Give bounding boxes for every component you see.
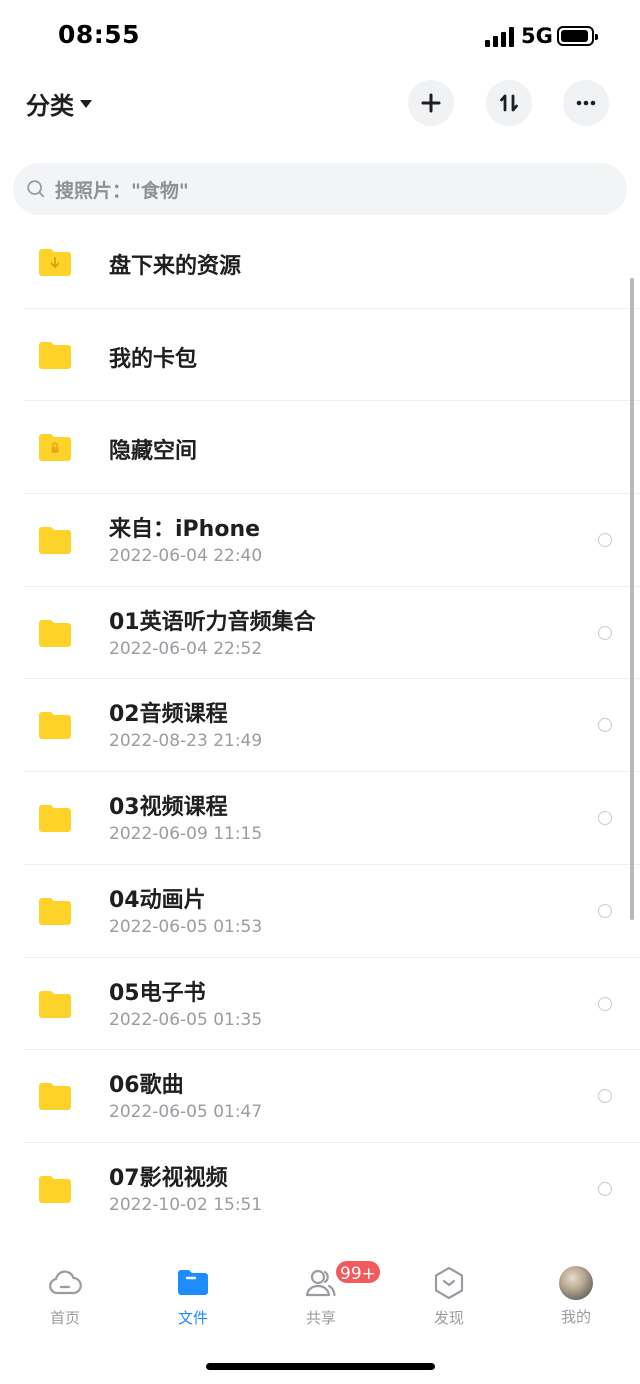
avatar (559, 1266, 593, 1300)
file-name: 隐藏空间 (109, 439, 198, 465)
file-date: 2022-06-04 22:52 (109, 638, 263, 659)
network-label: 5G (521, 24, 553, 48)
search-input[interactable]: 搜照片："食物" (13, 163, 627, 215)
file-name: 03视频课程 (109, 795, 228, 821)
tab-files[interactable]: 文件 (153, 1255, 233, 1335)
plus-icon (421, 93, 441, 113)
select-radio[interactable] (598, 533, 612, 548)
file-date: 2022-06-05 01:35 (109, 1009, 263, 1030)
status-bar: 08:55 5G (0, 0, 640, 70)
folder-icon (39, 1083, 71, 1111)
tab-share-label: 共享 (305, 1309, 336, 1327)
tab-discover-label: 发现 (433, 1309, 464, 1327)
list-item[interactable]: 02音频课程 2022-08-23 21:49 (0, 679, 640, 773)
list-item[interactable]: 06歌曲 2022-06-05 01:47 (0, 1050, 640, 1143)
file-list: 盘下来的资源 我的卡包 隐藏空间 来自：iPhone 2022-06-04 22… (0, 216, 640, 1236)
list-item[interactable]: 盘下来的资源 (0, 216, 640, 309)
search-icon (27, 180, 45, 198)
folder-icon (39, 619, 71, 647)
tab-home-label: 首页 (49, 1309, 80, 1327)
list-item[interactable]: 我的卡包 (0, 309, 640, 402)
folder-icon (39, 805, 71, 833)
category-label: 分类 (26, 92, 74, 120)
select-radio[interactable] (598, 811, 612, 826)
folder-icon (39, 1175, 71, 1203)
more-button[interactable] (563, 80, 609, 126)
category-dropdown[interactable]: 分类 (26, 86, 92, 121)
list-item[interactable]: 07影视视频 2022-10-02 15:51 (0, 1143, 640, 1236)
tab-discover[interactable]: 发现 (409, 1255, 489, 1335)
sort-icon (500, 94, 518, 112)
tab-bar: 首页 文件 共享 发现 我的 (0, 1255, 640, 1335)
select-radio[interactable] (598, 718, 612, 733)
file-name: 06歌曲 (109, 1073, 184, 1099)
file-date: 2022-06-05 01:53 (109, 916, 263, 937)
share-badge: 99+ (334, 1259, 382, 1285)
lock-folder-icon (39, 434, 71, 462)
file-name: 来自：iPhone (109, 517, 261, 543)
add-button[interactable] (408, 80, 454, 126)
select-radio[interactable] (598, 625, 612, 640)
list-item[interactable]: 04动画片 2022-06-05 01:53 (0, 865, 640, 958)
file-date: 2022-10-02 15:51 (109, 1194, 263, 1215)
file-name: 01英语听力音频集合 (109, 609, 316, 635)
file-name: 07影视视频 (109, 1165, 228, 1191)
file-name: 05电子书 (109, 980, 206, 1006)
tab-files-label: 文件 (177, 1309, 208, 1327)
file-date: 2022-08-23 21:49 (109, 731, 263, 752)
signal-icon (485, 27, 517, 47)
download-folder-icon (39, 249, 71, 276)
cloud-icon (49, 1270, 82, 1295)
list-item[interactable]: 来自：iPhone 2022-06-04 22:40 (0, 494, 640, 587)
tab-home[interactable]: 首页 (25, 1255, 105, 1335)
folder-icon (39, 897, 71, 925)
discover-icon (434, 1266, 464, 1300)
file-name: 我的卡包 (109, 346, 198, 372)
tab-me-label: 我的 (560, 1308, 591, 1326)
file-date: 2022-06-04 22:40 (109, 546, 263, 567)
list-item[interactable]: 01英语听力音频集合 2022-06-04 22:52 (0, 587, 640, 680)
status-time: 08:55 (58, 20, 141, 49)
file-date: 2022-06-05 01:47 (109, 1102, 263, 1123)
folder-icon (178, 1270, 208, 1295)
search-placeholder: 搜照片："食物" (55, 179, 189, 202)
list-item[interactable]: 隐藏空间 (0, 401, 640, 495)
list-item[interactable]: 03视频课程 2022-06-09 11:15 (0, 772, 640, 865)
select-radio[interactable] (598, 1089, 612, 1104)
folder-icon (39, 341, 71, 369)
scrollbar[interactable] (630, 278, 634, 920)
file-name: 02音频课程 (109, 702, 228, 728)
sort-button[interactable] (486, 80, 532, 126)
folder-icon (39, 527, 71, 555)
folder-icon (39, 990, 71, 1018)
select-radio[interactable] (598, 1181, 612, 1196)
tab-me[interactable]: 我的 (536, 1255, 616, 1335)
select-radio[interactable] (598, 996, 612, 1011)
select-radio[interactable] (598, 903, 612, 918)
file-date: 2022-06-09 11:15 (109, 824, 263, 845)
more-icon (576, 100, 596, 106)
folder-icon (39, 712, 71, 740)
file-name: 04动画片 (109, 887, 206, 913)
caret-down-icon (80, 99, 92, 108)
list-item[interactable]: 05电子书 2022-06-05 01:35 (0, 958, 640, 1051)
battery-icon (557, 26, 598, 46)
file-name: 盘下来的资源 (109, 254, 242, 279)
header: 分类 (0, 78, 640, 128)
home-indicator (206, 1363, 435, 1370)
